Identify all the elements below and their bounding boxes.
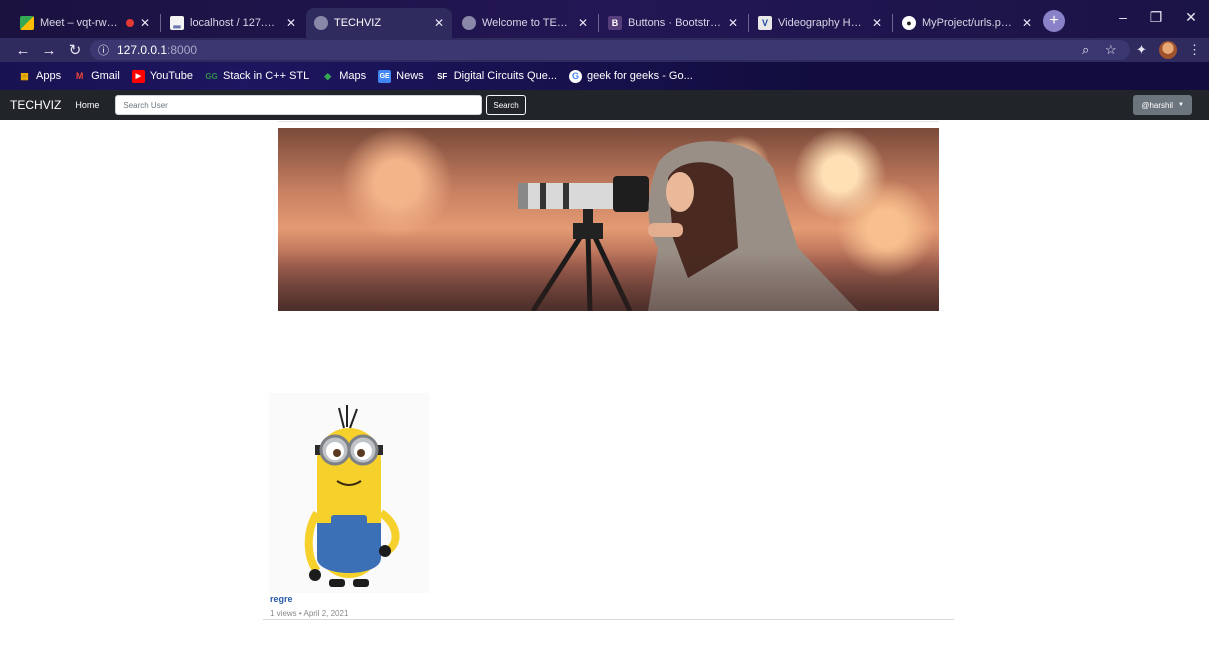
- close-icon[interactable]: ✕: [578, 16, 588, 30]
- new-tab-button[interactable]: +: [1043, 10, 1065, 32]
- info-icon[interactable]: ⓘ: [98, 42, 109, 58]
- tab-meet[interactable]: Meet – vqt-rwwm- ✕: [12, 8, 158, 38]
- video-title-link[interactable]: regre: [270, 594, 293, 604]
- address-bar[interactable]: ⓘ 127.0.0.1:8000: [90, 40, 1130, 60]
- gfg-icon: GG: [205, 71, 218, 81]
- url-port: :8000: [167, 43, 198, 57]
- tab-phpmyadmin[interactable]: ▂ localhost / 127.0.0.1 / d ✕: [162, 8, 304, 38]
- bookmark-label: YouTube: [149, 70, 194, 82]
- tab-welcome[interactable]: Welcome to TECHVIZ! ✕: [454, 8, 596, 38]
- bookmark-label: Stack in C++ STL: [223, 70, 310, 82]
- tab-bootstrap[interactable]: B Buttons · Bootstrap ✕: [600, 8, 746, 38]
- gmail-icon: M: [75, 71, 84, 81]
- bookmark-stack-stl[interactable]: GG Stack in C++ STL: [205, 70, 309, 83]
- tab-strip: Meet – vqt-rwwm- ✕ ▂ localhost / 127.0.0…: [0, 0, 1209, 38]
- bookmark-label: Gmail: [91, 70, 120, 82]
- forward-icon[interactable]: →: [38, 42, 60, 59]
- close-icon[interactable]: ✕: [872, 16, 882, 30]
- restore-icon[interactable]: ❐: [1146, 9, 1166, 26]
- page-content: [0, 120, 1209, 647]
- tab-separator: [160, 14, 161, 32]
- search-button[interactable]: Search: [486, 95, 526, 115]
- bookmark-star-icon[interactable]: ☆: [1105, 42, 1117, 58]
- user-dropdown[interactable]: @harshil ▼: [1133, 95, 1192, 115]
- github-icon: ●: [902, 16, 916, 30]
- browser-window: Meet – vqt-rwwm- ✕ ▂ localhost / 127.0.0…: [0, 0, 1209, 647]
- bookmark-youtube[interactable]: ▶ YouTube: [131, 69, 194, 83]
- tab-label: localhost / 127.0.0.1 / d: [190, 17, 280, 29]
- close-icon[interactable]: ✕: [140, 16, 150, 30]
- banner-shade: [278, 251, 939, 311]
- meet-icon: [20, 16, 34, 30]
- minimize-icon[interactable]: –: [1113, 9, 1133, 25]
- google-icon: G: [569, 69, 582, 83]
- videohelp-icon: V: [758, 16, 772, 30]
- bookmark-label: Digital Circuits Que...: [453, 70, 557, 82]
- tab-separator: [598, 14, 599, 32]
- back-icon[interactable]: ←: [12, 42, 34, 59]
- username-label: @harshil: [1141, 100, 1174, 110]
- close-icon[interactable]: ✕: [1022, 16, 1032, 30]
- caret-down-icon: ▼: [1178, 102, 1184, 108]
- reload-icon[interactable]: ↻: [64, 41, 86, 59]
- extensions-icon[interactable]: ✦: [1136, 42, 1147, 58]
- tab-label: Meet – vqt-rwwm-: [40, 17, 122, 29]
- bookmark-maps[interactable]: ◆ Maps: [321, 70, 366, 83]
- phpmyadmin-icon: ▂: [170, 16, 184, 30]
- sanfoundry-icon: SF: [437, 71, 448, 81]
- tab-label: MyProject/urls.py at m: [922, 17, 1016, 29]
- site-brand[interactable]: TECHVIZ: [10, 98, 61, 112]
- close-icon[interactable]: ✕: [728, 16, 738, 30]
- video-thumbnail[interactable]: [269, 393, 429, 593]
- zoom-icon[interactable]: ⌕: [1082, 42, 1089, 58]
- bookmark-digital-circuits[interactable]: SF Digital Circuits Que...: [436, 70, 557, 83]
- tab-label: Welcome to TECHVIZ!: [482, 17, 572, 29]
- profile-avatar[interactable]: [1159, 41, 1177, 59]
- video-meta: 1 views • April 2, 2021: [270, 609, 349, 618]
- globe-icon: [314, 16, 328, 30]
- apps-grid-icon: ▦: [20, 70, 29, 81]
- divider: [278, 121, 939, 122]
- bookmark-news[interactable]: GE News: [378, 69, 424, 83]
- bookmark-label: Apps: [36, 70, 62, 82]
- tab-separator: [892, 14, 893, 32]
- close-window-icon[interactable]: ✕: [1181, 9, 1201, 26]
- url-host: 127.0.0.1: [117, 43, 168, 57]
- tab-label: TECHVIZ: [334, 17, 382, 29]
- bookmark-geek-for-geeks[interactable]: G geek for geeks - Go...: [569, 69, 693, 83]
- tab-techviz[interactable]: TECHVIZ ✕: [306, 8, 452, 38]
- site-navbar: TECHVIZ Home Search @harshil ▼: [0, 90, 1209, 120]
- maps-icon: ◆: [324, 70, 332, 81]
- bookmark-gmail[interactable]: M Gmail: [73, 70, 120, 83]
- menu-icon[interactable]: ⋮: [1188, 42, 1201, 58]
- close-icon[interactable]: ✕: [286, 16, 296, 30]
- bookmark-apps[interactable]: ▦ Apps: [18, 70, 61, 83]
- tab-separator: [748, 14, 749, 32]
- recording-icon: [125, 19, 134, 27]
- tab-videohelp[interactable]: V Videography Help and ✕: [750, 8, 890, 38]
- globe-icon: [462, 16, 476, 30]
- nav-home-link[interactable]: Home: [75, 100, 99, 110]
- bootstrap-icon: B: [608, 16, 622, 30]
- divider: [263, 619, 954, 620]
- tab-label: Videography Help and: [778, 17, 866, 29]
- bookmark-label: geek for geeks - Go...: [587, 70, 693, 82]
- tab-label: Buttons · Bootstrap: [628, 17, 722, 29]
- youtube-icon: ▶: [131, 69, 145, 83]
- tab-github[interactable]: ● MyProject/urls.py at m ✕: [894, 8, 1040, 38]
- close-icon[interactable]: ✕: [434, 16, 444, 30]
- news-icon: GE: [378, 69, 392, 83]
- search-user-input[interactable]: [115, 95, 483, 115]
- bookmark-label: Maps: [339, 70, 367, 82]
- minion-thumbnail-image: [304, 405, 400, 587]
- bookmark-label: News: [396, 70, 424, 82]
- toolbar: ← → ↻ ⓘ 127.0.0.1:8000 ⌕ ☆ ✦ ⋮: [0, 38, 1209, 62]
- banner-image: [278, 128, 939, 311]
- bookmarks-bar: ▦ Apps M Gmail ▶ YouTube GG Stack in C++…: [0, 62, 1209, 90]
